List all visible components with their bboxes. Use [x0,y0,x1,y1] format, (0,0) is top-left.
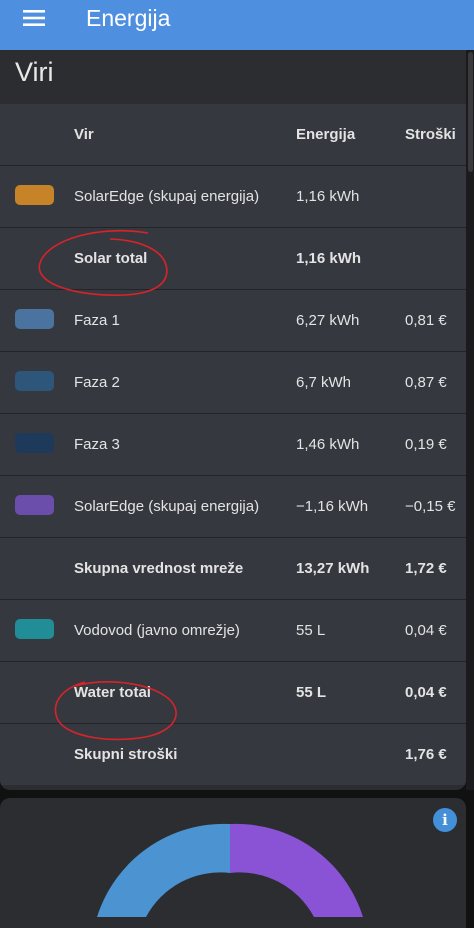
cost-value [405,166,465,227]
color-swatch [15,433,54,453]
donut-segment-grid [97,823,230,917]
source-name: SolarEdge (skupaj energija) [74,188,260,205]
table-row: Skupna vrednost mreže 13,27 kWh 1,72 € [0,537,466,599]
table-row: Skupni stroški 1,76 € [0,723,466,785]
color-swatch [15,495,54,515]
scrollbar-thumb[interactable] [468,52,473,172]
color-swatch [15,309,54,329]
donut-segment-solar [230,823,363,917]
energy-value [296,724,396,785]
source-name: Faza 3 [74,436,120,453]
table-row: SolarEdge (skupaj energija) −1,16 kWh −0,1… [0,475,466,537]
source-name: Skupni stroški [74,746,178,763]
table-row: Faza 2 6,7 kWh 0,87 € [0,351,466,413]
color-swatch [15,619,54,639]
source-name: Solar total [74,250,148,267]
source-name: Faza 2 [74,374,120,391]
info-icon[interactable]: i [433,808,457,832]
cost-value: 0,81 € [405,312,447,329]
energy-value: 6,7 kWh [296,374,352,391]
energy-value: 1,16 kWh [296,250,362,267]
energy-value: −1,16 kWh [296,498,369,515]
energy-donut-chart [97,823,363,917]
sources-table: Vir Energija Stroški SolarEdge (skupaj e… [0,104,466,785]
cost-value: 0,04 € [405,622,447,639]
cost-value: 0,04 € [405,684,447,701]
column-header-source: Vir [74,126,94,143]
energy-value: 1,16 kWh [296,188,360,205]
menu-icon[interactable] [12,3,56,47]
table-row: Solar total 1,16 kWh [0,227,466,289]
cost-value [405,228,465,289]
table-row: Water total 55 L 0,04 € [0,661,466,723]
cost-value: −0,15 € [405,498,456,515]
color-swatch [15,371,54,391]
energy-value: 6,27 kWh [296,312,360,329]
table-row: Faza 1 6,27 kWh 0,81 € [0,289,466,351]
sources-card: Viri Vir Energija Stroški SolarEdge (sku… [0,50,466,790]
source-name: Vodovod (javno omrežje) [74,622,240,639]
app-bar: Energija [0,0,474,50]
table-row: Vodovod (javno omrežje) 55 L 0,04 € [0,599,466,661]
energy-value: 55 L [296,684,327,701]
column-header-energy: Energija [296,126,356,143]
cost-value: 1,76 € [405,746,447,763]
cost-value: 0,19 € [405,436,447,453]
energy-value: 13,27 kWh [296,560,370,577]
table-row: Faza 3 1,46 kWh 0,19 € [0,413,466,475]
energy-value: 55 L [296,622,326,639]
card-title: Viri [15,57,54,87]
source-name: SolarEdge (skupaj energija) [74,498,260,515]
cost-value: 0,87 € [405,374,447,391]
app-title: Energija [86,4,171,31]
color-swatch [15,185,54,205]
column-header-cost: Stroški [405,126,456,143]
source-name: Faza 1 [74,312,120,329]
cost-value: 1,72 € [405,560,447,577]
table-row: SolarEdge (skupaj energija) 1,16 kWh [0,165,466,227]
table-header: Vir Energija Stroški [0,104,466,165]
source-name: Water total [74,684,151,701]
source-name: Skupna vrednost mreže [74,560,244,577]
energy-value: 1,46 kWh [296,436,360,453]
